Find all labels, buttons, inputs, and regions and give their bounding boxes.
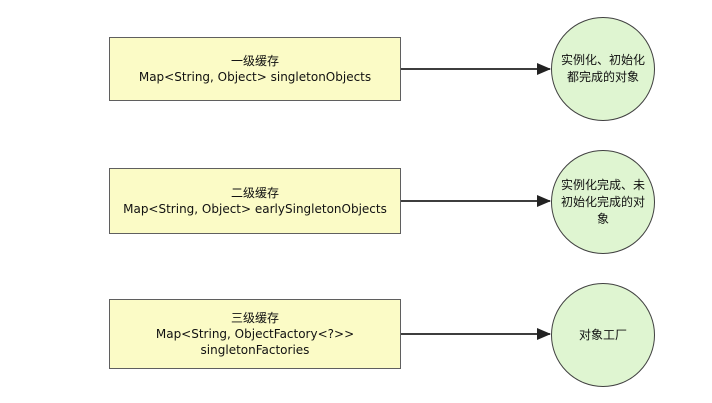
box-title: 一级缓存	[230, 54, 279, 68]
node-label: 对象工厂	[578, 327, 627, 342]
second-level-cache-box: 二级缓存 Map<String, Object> earlySingletonO…	[109, 168, 401, 234]
node-label: 实例化完成、未初始化完成的对象	[560, 177, 645, 226]
first-level-cache-box: 一级缓存 Map<String, Object> singletonObject…	[109, 37, 401, 101]
third-level-cache-box: 三级缓存 Map<String, ObjectFactory<?>> singl…	[109, 299, 401, 369]
box-code-line: Map<String, Object> singletonObjects	[138, 70, 372, 84]
node-label: 实例化、初始化都完成的对象	[560, 53, 645, 84]
box-code-line: singletonFactories	[200, 343, 310, 357]
early-object-node: 实例化完成、未初始化完成的对象	[551, 150, 655, 254]
box-code-line: Map<String, Object> earlySingletonObject…	[123, 202, 387, 216]
fully-initialized-object-node: 实例化、初始化都完成的对象	[551, 17, 655, 121]
box-title: 三级缓存	[230, 311, 279, 325]
object-factory-node: 对象工厂	[551, 283, 655, 387]
box-title: 二级缓存	[230, 186, 279, 200]
box-code-line: Map<String, ObjectFactory<?>>	[155, 327, 355, 341]
